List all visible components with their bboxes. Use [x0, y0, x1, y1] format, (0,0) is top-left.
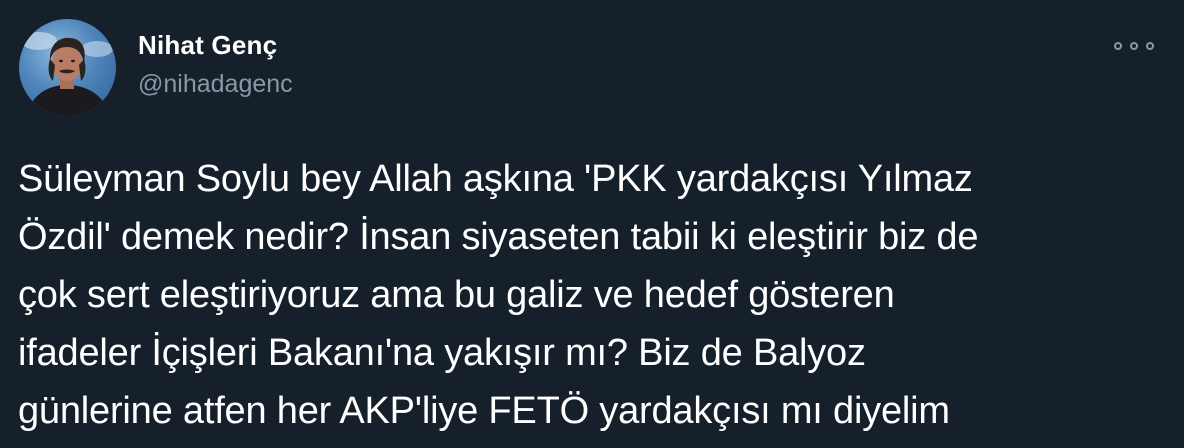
more-options-icon[interactable]	[1114, 36, 1154, 56]
dot-icon	[1114, 42, 1122, 50]
author-name[interactable]: Nihat Genç	[138, 30, 277, 61]
tweet-card: Nihat Genç @nihadagenc Süleyman Soylu be…	[0, 0, 1184, 448]
author-handle[interactable]: @nihadagenc	[138, 70, 293, 99]
tweet-text: Süleyman Soylu bey Allah aşkına 'PKK yar…	[18, 158, 979, 432]
dot-icon	[1146, 42, 1154, 50]
profile-photo-icon	[21, 32, 113, 116]
dot-icon	[1130, 42, 1138, 50]
avatar[interactable]	[19, 19, 116, 116]
